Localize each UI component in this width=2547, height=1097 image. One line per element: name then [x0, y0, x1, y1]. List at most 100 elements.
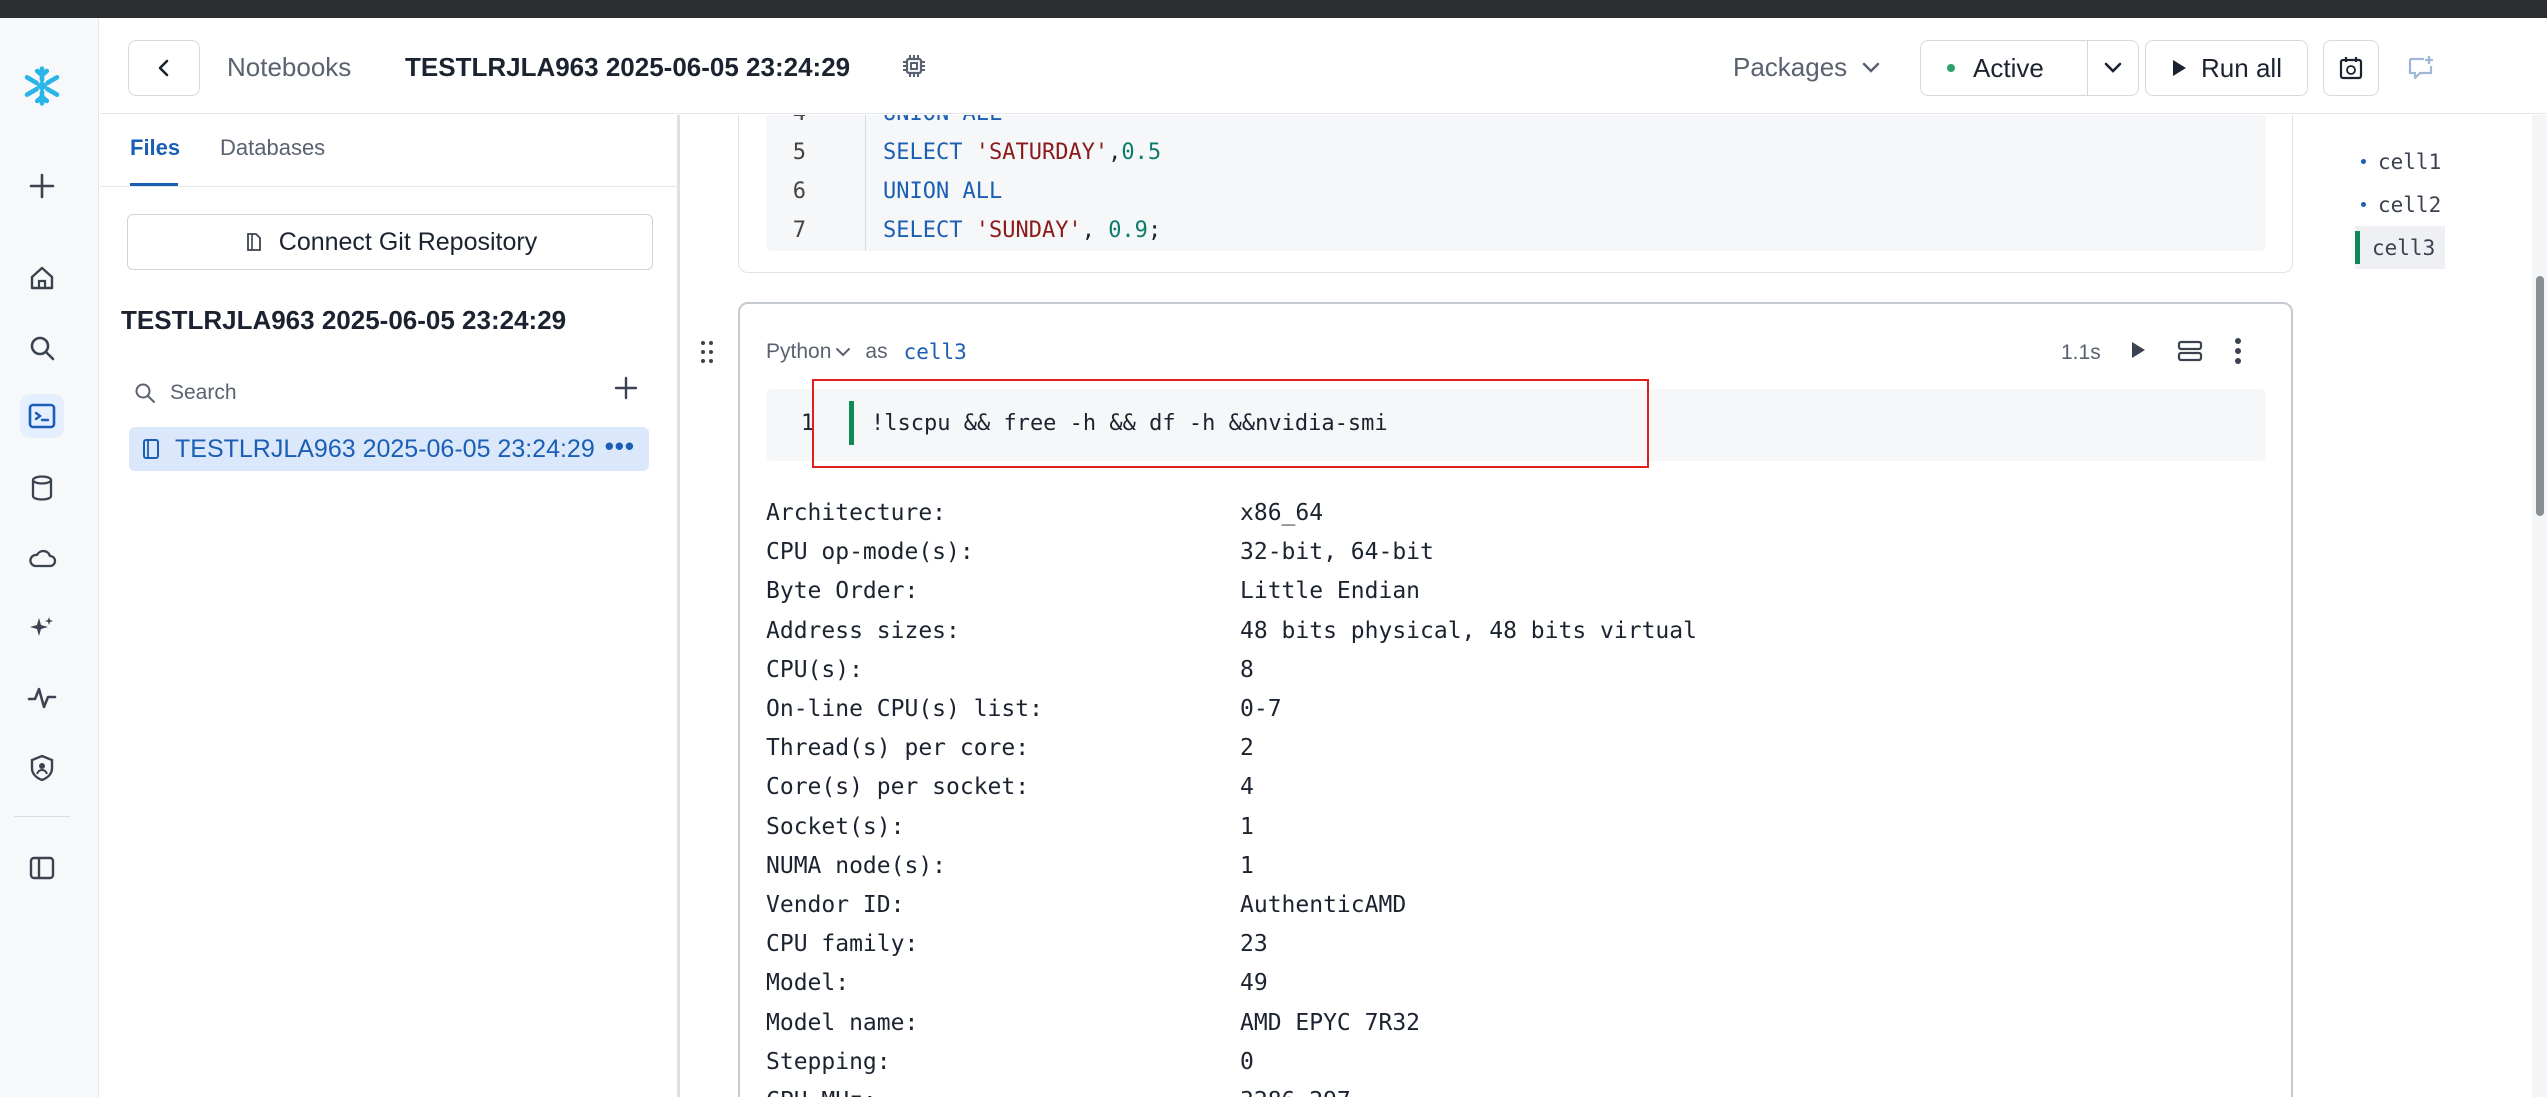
connect-git-button[interactable]: Connect Git Repository	[127, 214, 653, 270]
outline-item-cell2[interactable]: cell2	[2355, 183, 2445, 226]
git-repo-icon	[246, 233, 261, 251]
highlight-annotation-box	[812, 379, 1649, 468]
file-more-icon[interactable]: •••	[605, 431, 635, 462]
bullet-icon	[2361, 159, 2366, 164]
cell-name[interactable]: cell3	[904, 340, 967, 364]
activity-icon[interactable]	[20, 676, 64, 720]
search-placeholder[interactable]: Search	[170, 381, 237, 405]
cell-more-icon[interactable]	[2234, 337, 2242, 370]
language-selector[interactable]: Python	[766, 340, 831, 364]
schedule-button[interactable]	[2323, 40, 2379, 96]
breadcrumb-notebooks[interactable]: Notebooks	[227, 52, 351, 83]
run-all-button[interactable]: Run all	[2145, 40, 2308, 96]
connect-git-label: Connect Git Repository	[278, 227, 538, 256]
cell-output-toggle-icon[interactable]	[2176, 339, 2204, 368]
code-text: SELECT 'SATURDAY',0.5	[883, 140, 1162, 165]
comment-button[interactable]	[2393, 40, 2449, 96]
cell-outline: cell1 cell2 cell3	[2355, 140, 2446, 269]
line-number: 6	[792, 179, 806, 204]
output-key: Model:	[766, 970, 850, 996]
line-number: 4	[766, 115, 806, 126]
bullet-icon	[2361, 202, 2366, 207]
plus-icon[interactable]	[20, 164, 64, 208]
output-key: Thread(s) per core:	[766, 735, 1030, 761]
cell-header: Python as cell3	[766, 340, 967, 364]
scrollbar-thumb[interactable]	[2536, 276, 2544, 516]
output-value: 32-bit, 64-bit	[1240, 539, 1434, 565]
snowflake-logo-icon[interactable]	[20, 64, 64, 108]
output-key: CPU(s):	[766, 657, 863, 683]
file-search[interactable]: Search	[134, 373, 654, 413]
run-cell-icon[interactable]	[2128, 339, 2148, 366]
output-value: AMD EPYC 7R32	[1240, 1010, 1421, 1036]
tab-databases[interactable]: Databases	[220, 135, 325, 161]
left-nav-rail	[0, 18, 99, 1097]
code-gutter-line	[865, 115, 866, 251]
output-key: CPU family:	[766, 931, 919, 957]
active-tab-indicator	[130, 183, 178, 186]
output-key: Stepping:	[766, 1049, 891, 1075]
session-status-button[interactable]: Active	[1920, 40, 2088, 96]
code-text: UNION ALL	[883, 179, 1003, 204]
output-value: 3286.297	[1240, 1088, 1351, 1097]
code-text: UNION ALL	[883, 115, 1002, 126]
run-all-label: Run all	[2201, 52, 2282, 83]
calendar-icon	[2339, 57, 2363, 80]
output-key: CPU MHz:	[766, 1088, 877, 1097]
output-key: CPU op-mode(s):	[766, 539, 974, 565]
output-value: x86_64	[1240, 500, 1324, 526]
tab-files[interactable]: Files	[130, 135, 180, 161]
files-panel: Files Databases Connect Git Repository T…	[100, 115, 680, 1097]
add-file-icon[interactable]	[613, 375, 639, 406]
outline-item-cell3[interactable]: cell3	[2355, 226, 2446, 269]
cloud-icon[interactable]	[20, 536, 64, 580]
file-name: TESTLRJLA963 2025-06-05 23:24:29	[175, 434, 595, 463]
notebook-settings-icon[interactable]	[900, 52, 928, 85]
toggle-panel-icon[interactable]	[20, 846, 64, 890]
notebook-canvas: 4 UNION ALL 5 SELECT 'SATURDAY',0.5 6 UNION A…	[683, 115, 2547, 1097]
ai-sparkle-icon[interactable]	[20, 606, 64, 650]
output-value: 48 bits physical, 48 bits virtual	[1240, 618, 1697, 644]
previous-cell-code[interactable]: 4 UNION ALL 5 SELECT 'SATURDAY',0.5 6 UNION A…	[766, 115, 2266, 251]
status-dot-icon	[1947, 64, 1955, 72]
output-value: 1	[1240, 853, 1254, 879]
search-icon[interactable]	[20, 326, 64, 370]
admin-shield-icon[interactable]	[20, 746, 64, 790]
outline-label: cell2	[2378, 192, 2442, 217]
output-value: AuthenticAMD	[1240, 892, 1407, 918]
line-number: 5	[792, 140, 806, 165]
output-key: Byte Order:	[766, 578, 919, 604]
output-value: 1	[1240, 814, 1254, 840]
notebook-file-icon	[143, 439, 159, 459]
output-key: Address sizes:	[766, 618, 960, 644]
chevron-down-icon	[1862, 62, 1880, 73]
database-icon[interactable]	[20, 466, 64, 510]
home-icon[interactable]	[20, 256, 64, 300]
notebook-icon[interactable]	[20, 394, 64, 438]
output-value: 0-7	[1240, 696, 1282, 722]
comment-icon	[2408, 56, 2433, 80]
scrollbar-track[interactable]	[2532, 115, 2547, 1097]
file-list-item[interactable]: TESTLRJLA963 2025-06-05 23:24:29 •••	[129, 427, 649, 471]
notebook-title[interactable]: TESTLRJLA963 2025-06-05 23:24:29	[405, 52, 850, 83]
as-label: as	[865, 340, 888, 363]
output-key: Socket(s):	[766, 814, 905, 840]
drag-handle-icon[interactable]	[700, 339, 714, 370]
output-key: Model name:	[766, 1010, 919, 1036]
outline-label: cell1	[2378, 149, 2442, 174]
rail-divider	[14, 816, 70, 817]
chevron-left-icon	[158, 59, 169, 77]
output-key: Architecture:	[766, 500, 947, 526]
output-value: 8	[1240, 657, 1254, 683]
status-menu-button[interactable]	[2087, 40, 2139, 96]
browser-chrome-strip	[0, 0, 2547, 18]
back-button[interactable]	[128, 40, 200, 96]
active-outline-marker	[2355, 231, 2360, 264]
output-value: Little Endian	[1240, 578, 1421, 604]
output-key: Vendor ID:	[766, 892, 905, 918]
line-number: 7	[792, 218, 806, 243]
project-title: TESTLRJLA963 2025-06-05 23:24:29	[121, 305, 567, 335]
output-value: 49	[1240, 970, 1268, 996]
outline-item-cell1[interactable]: cell1	[2355, 140, 2445, 183]
packages-dropdown[interactable]: Packages	[1733, 52, 1881, 83]
